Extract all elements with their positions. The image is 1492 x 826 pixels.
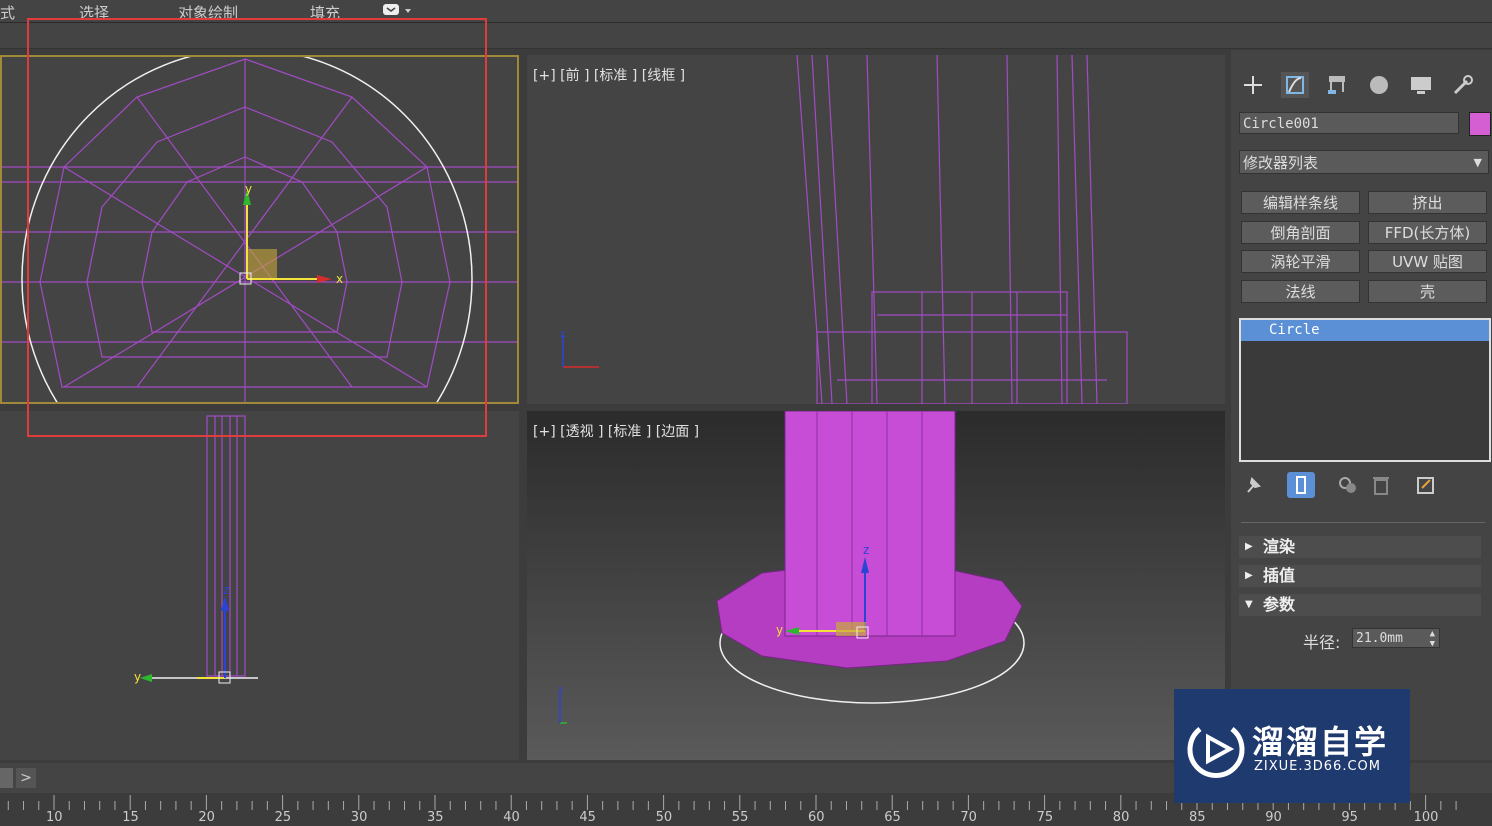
svg-text:z: z (863, 543, 869, 557)
modifier-button-extrude[interactable]: 挤出 (1368, 191, 1487, 214)
ruler-tick-label: 50 (655, 810, 673, 825)
play-logo-icon (1187, 727, 1245, 778)
rollout-parameters-title: 参数 (1263, 595, 1296, 614)
modifier-button-bevel-profile[interactable]: 倒角剖面 (1241, 221, 1360, 244)
ruler-tick-label: 40 (503, 810, 520, 825)
next-frame-icon[interactable]: > (16, 768, 36, 788)
watermark-url: ZIXUE.3D66.COM (1254, 759, 1381, 774)
radius-label: 半径: (1303, 633, 1341, 652)
rollout-interpolation-title: 插值 (1263, 566, 1296, 585)
motion-tab-icon[interactable] (1365, 72, 1393, 98)
spinner-arrows-icon[interactable]: ▲ ▼ (1430, 629, 1435, 649)
stack-item-circle[interactable]: Circle (1241, 320, 1489, 341)
pin-stack-icon[interactable] (1243, 474, 1263, 500)
ruler-tick-label: 25 (274, 810, 292, 825)
create-tab-icon[interactable] (1239, 72, 1267, 98)
chevron-down-icon: ▼ (1473, 156, 1482, 169)
collapse-arrow-icon: ▶ (1245, 570, 1253, 581)
modifier-button-ffd-box[interactable]: FFD(长方体) (1368, 221, 1487, 244)
viewport-left[interactable]: y z (0, 411, 519, 760)
left-view-wireframe: y z (134, 415, 258, 684)
modifier-list-dropdown[interactable]: 修改器列表 ▼ (1239, 150, 1489, 174)
ruler-tick-label: 60 (808, 810, 825, 825)
svg-text:y: y (134, 670, 141, 684)
watermark-logo: 溜溜自学 ZIXUE.3D66.COM (1174, 689, 1410, 803)
collapse-arrow-icon: ▶ (1245, 541, 1253, 552)
ruler-tick-label: 80 (1112, 810, 1130, 825)
menu-item-mode[interactable]: 式 (0, 2, 15, 23)
ruler-tick-label: 85 (1189, 810, 1206, 825)
display-tab-icon[interactable] (1407, 72, 1435, 98)
object-color-swatch[interactable] (1469, 112, 1491, 136)
rollout-render[interactable]: ▶ 渲染 (1239, 536, 1481, 558)
perspective-view-model: z y z (558, 411, 1025, 724)
ruler-tick-label: 100 (1413, 810, 1439, 825)
ruler-tick-label: 75 (1036, 810, 1054, 825)
viewport-front[interactable]: [+] [前 ] [标准 ] [线框 ] z (527, 55, 1225, 404)
hierarchy-tab-icon[interactable] (1323, 72, 1351, 98)
ruler-tick-label: 30 (350, 810, 368, 825)
modifier-button-turbosmooth[interactable]: 涡轮平滑 (1241, 250, 1360, 273)
modifier-button-edit-spline[interactable]: 编辑样条线 (1241, 191, 1360, 214)
watermark-title: 溜溜自学 (1252, 723, 1389, 761)
modify-tab-icon[interactable] (1281, 72, 1309, 98)
rollout-interpolation[interactable]: ▶ 插值 (1239, 565, 1481, 587)
panel-divider (1241, 522, 1485, 523)
ruler-tick-label: 70 (960, 810, 977, 825)
utilities-tab-icon[interactable] (1449, 72, 1477, 98)
svg-text:z: z (223, 583, 229, 597)
selection-highlight-box (27, 18, 487, 437)
viewport-perspective[interactable]: [+] [透视 ] [标准 ] [边面 ] z y z (527, 411, 1225, 760)
expand-arrow-icon: ▼ (1245, 599, 1253, 610)
show-end-result-icon[interactable] (1287, 472, 1315, 498)
rollout-parameters[interactable]: ▼ 参数 (1239, 594, 1481, 616)
ruler-tick-label: 90 (1265, 810, 1282, 825)
modifier-button-shell[interactable]: 壳 (1368, 280, 1487, 303)
remove-modifier-icon[interactable] (1371, 474, 1391, 500)
radius-spinner[interactable]: 21.0mm ▲ ▼ (1352, 628, 1440, 649)
svg-text:z: z (558, 685, 563, 696)
ruler-tick-label: 35 (427, 810, 444, 825)
modifier-button-normal[interactable]: 法线 (1241, 280, 1360, 303)
ruler-tick-label: 95 (1341, 810, 1358, 825)
svg-text:y: y (776, 623, 783, 637)
ruler-tick-label: 10 (46, 810, 63, 825)
ruler-tick-label: 15 (122, 810, 139, 825)
ruler-tick-label: 45 (579, 810, 596, 825)
time-slider-handle[interactable] (0, 768, 13, 788)
svg-text:z: z (560, 329, 565, 340)
modifier-list-label: 修改器列表 (1243, 154, 1319, 172)
make-unique-icon[interactable] (1337, 474, 1359, 500)
configure-modifier-sets-icon[interactable] (1415, 474, 1437, 500)
front-view-wireframe: z (560, 55, 1128, 404)
ruler-tick-label: 20 (198, 810, 215, 825)
radius-value[interactable]: 21.0mm (1356, 631, 1403, 646)
rollout-render-title: 渲染 (1263, 537, 1296, 556)
modifier-button-uvw-map[interactable]: UVW 贴图 (1368, 250, 1487, 273)
object-name-field[interactable]: Circle001 (1239, 112, 1459, 134)
ruler-tick-label: 65 (884, 810, 901, 825)
modifier-stack[interactable]: Circle (1239, 318, 1491, 462)
ruler-tick-label: 55 (731, 810, 749, 825)
command-panel: Circle001 修改器列表 ▼ 编辑样条线 挤出 倒角剖面 FFD(长方体)… (1231, 50, 1492, 760)
